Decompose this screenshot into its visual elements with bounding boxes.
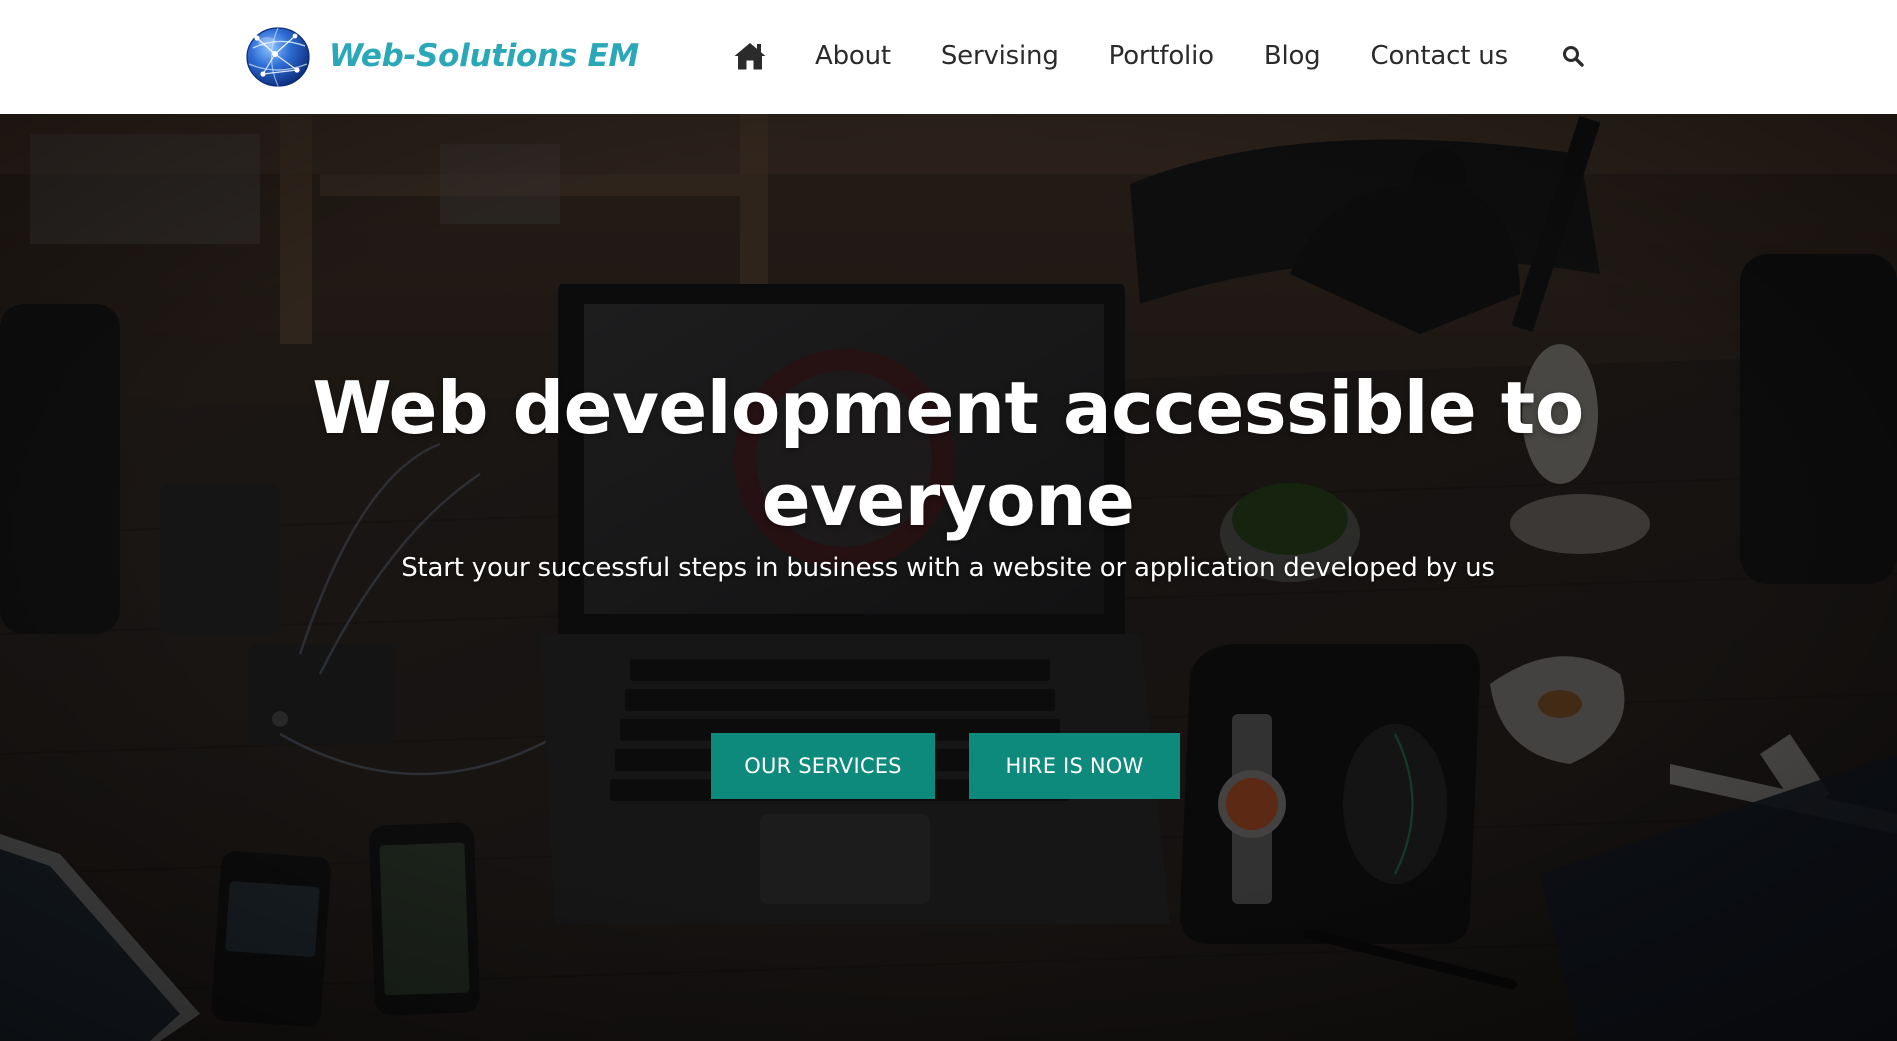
nav-link-blog[interactable]: Blog <box>1264 41 1321 71</box>
brand-name: Web-Solutions EM <box>329 38 639 74</box>
page: Web-Solutions EM About Servising Portfol… <box>0 0 1897 1041</box>
site-header: Web-Solutions EM About Servising Portfol… <box>0 0 1897 114</box>
home-icon <box>734 43 766 70</box>
nav-home-link[interactable] <box>732 38 768 74</box>
nav-link-servising[interactable]: Servising <box>941 41 1059 71</box>
our-services-button[interactable]: OUR SERVICES <box>711 733 935 799</box>
nav-link-portfolio[interactable]: Portfolio <box>1109 41 1214 71</box>
search-icon <box>1562 46 1584 67</box>
nav-link-contact-us[interactable]: Contact us <box>1370 41 1508 71</box>
nav-search-button[interactable] <box>1558 41 1588 71</box>
hero-section: Web development accessible to everyone S… <box>0 114 1897 1041</box>
brand-logo-link[interactable]: Web-Solutions EM <box>243 24 639 88</box>
hero-actions: OUR SERVICES HIRE IS NOW <box>711 733 1180 799</box>
main-nav: About Servising Portfolio Blog Contact u… <box>732 30 1588 82</box>
hire-now-button[interactable]: HIRE IS NOW <box>969 733 1180 799</box>
hero-subtitle: Start your successful steps in business … <box>401 553 1495 583</box>
globe-network-icon <box>246 27 310 87</box>
nav-link-about[interactable]: About <box>815 41 891 71</box>
hero-title: Web development accessible to everyone <box>312 366 1584 542</box>
